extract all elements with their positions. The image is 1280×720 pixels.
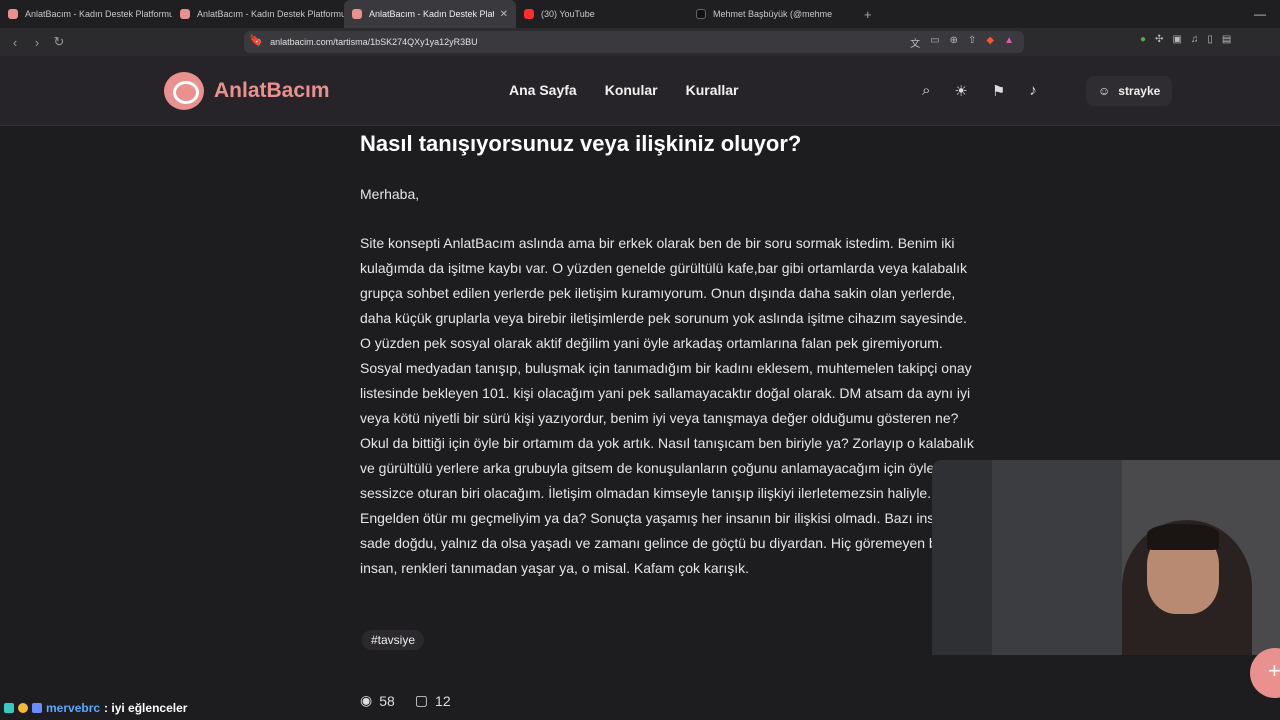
comment-icon: ▢ [414,692,429,708]
user-menu-button[interactable]: ☺ strayke [1086,76,1173,106]
comments-count: 12 [435,692,451,709]
browser-tab[interactable]: (30) YouTube [516,0,688,28]
nav-topics[interactable]: Konular [605,82,658,98]
post-body: Site konsepti AnlatBacım aslında ama bir… [360,235,974,576]
cast-icon[interactable]: ▭ [930,35,939,50]
site-header: AnlatBacım Ana Sayfa Konular Kurallar ⌕ … [0,56,1280,126]
rewards-icon[interactable]: ▲ [1004,35,1014,50]
sidebar-icon[interactable]: ▯ [1207,34,1213,45]
nav-home[interactable]: Ana Sayfa [509,82,577,98]
wallet-icon[interactable]: ▤ [1222,34,1231,45]
url-text: anlatbacim.com/tartisma/1bSK274QXy1ya12y… [270,37,478,47]
speech-bubble-heart-icon [164,72,204,110]
search-icon[interactable]: ⌕ [922,82,930,100]
share-icon[interactable]: ⇧ [968,35,976,50]
gift-badge-icon [18,703,28,713]
zoom-icon[interactable]: ⊕ [950,35,958,50]
youtube-icon [524,9,534,19]
comments-stat[interactable]: ▢ 12 [415,692,451,709]
tab-title: AnlatBacım - Kadın Destek Platformu [197,9,344,19]
puzzle-icon[interactable]: ✣ [1155,34,1163,45]
site-favicon-icon [352,9,362,19]
back-icon[interactable]: ‹ [4,35,26,50]
browser-tab[interactable]: AnlatBacım - Kadın Destek Platformu [0,0,172,28]
extension-icon[interactable]: ● [1140,34,1146,45]
bookmarks-icon[interactable]: ⚑ [992,82,1005,100]
bookmark-page-icon[interactable]: 🔖 [249,34,263,47]
media-icon[interactable]: ♫ [1191,34,1199,45]
logo-text: AnlatBacım [214,79,330,102]
notifications-icon[interactable]: ♪ [1029,82,1037,100]
views-count: 58 [379,692,395,709]
tab-title: (30) YouTube [541,9,595,19]
post-title: Nasıl tanışıyorsunuz veya ilişkiniz oluy… [360,131,802,156]
site-favicon-icon [8,9,18,19]
browser-tab[interactable]: AnlatBacım - Kadın Destek Platformu [172,0,344,28]
site-favicon-icon [180,9,190,19]
webcam-background [992,460,1122,655]
eye-icon: ◉ [360,692,373,708]
stream-chat-message: mervebrc : iyi eğlenceler [4,701,187,715]
nav-rules[interactable]: Kurallar [686,82,739,98]
theme-toggle-icon[interactable]: ☀ [954,82,967,100]
subscriber-badge-icon [4,703,14,713]
new-tab-button[interactable]: + [864,7,872,22]
post-content: Nasıl tanışıyorsunuz veya ilişkiniz oluy… [360,128,975,581]
views-stat: ◉ 58 [360,692,395,709]
username: strayke [1118,84,1161,98]
tiktok-icon [696,9,706,19]
user-icon: ☺ [1098,84,1111,98]
post-tag[interactable]: #tavsiye [362,630,425,650]
tab-title: AnlatBacım - Kadın Destek Platformu [25,9,172,19]
site-logo[interactable]: AnlatBacım [164,72,330,110]
chat-badge-icon [32,703,42,713]
extensions-row: ● ✣ ▣ ♫ ▯ ▤ [1140,34,1231,45]
minimize-icon[interactable]: — [1254,7,1266,21]
screenshot-icon[interactable]: ▣ [1172,34,1181,45]
header-actions: ⌕ ☀ ⚑ ♪ [922,82,1037,100]
create-post-button[interactable]: + [1250,648,1280,698]
browser-tab-active[interactable]: AnlatBacım - Kadın Destek Platfo ✕ [344,0,516,28]
webcam-hair [1147,524,1219,550]
post-greeting: Merhaba, [360,186,420,202]
close-tab-icon[interactable]: ✕ [500,9,508,20]
chat-text: : iyi eğlenceler [104,701,188,715]
brave-shield-icon[interactable]: ◆ [986,35,994,50]
tab-title: Mehmet Başbüyük (@mehme [713,9,833,19]
tab-title: AnlatBacım - Kadın Destek Platfo [369,9,494,19]
chat-username: mervebrc [46,701,101,715]
address-bar[interactable]: ⚙ anlatbacim.com/tartisma/1bSK274QXy1ya1… [244,31,1024,53]
forward-icon[interactable]: › [26,35,48,50]
browser-tab-bar: AnlatBacım - Kadın Destek Platformu Anla… [0,0,1280,28]
reload-icon[interactable]: ↻ [48,34,70,50]
post-stats: ◉ 58 ▢ 12 [360,692,451,709]
webcam-overlay [932,460,1280,655]
translate-icon[interactable]: 文 [910,35,920,50]
main-nav: Ana Sayfa Konular Kurallar [509,82,739,98]
browser-tab[interactable]: Mehmet Başbüyük (@mehme [688,0,860,28]
